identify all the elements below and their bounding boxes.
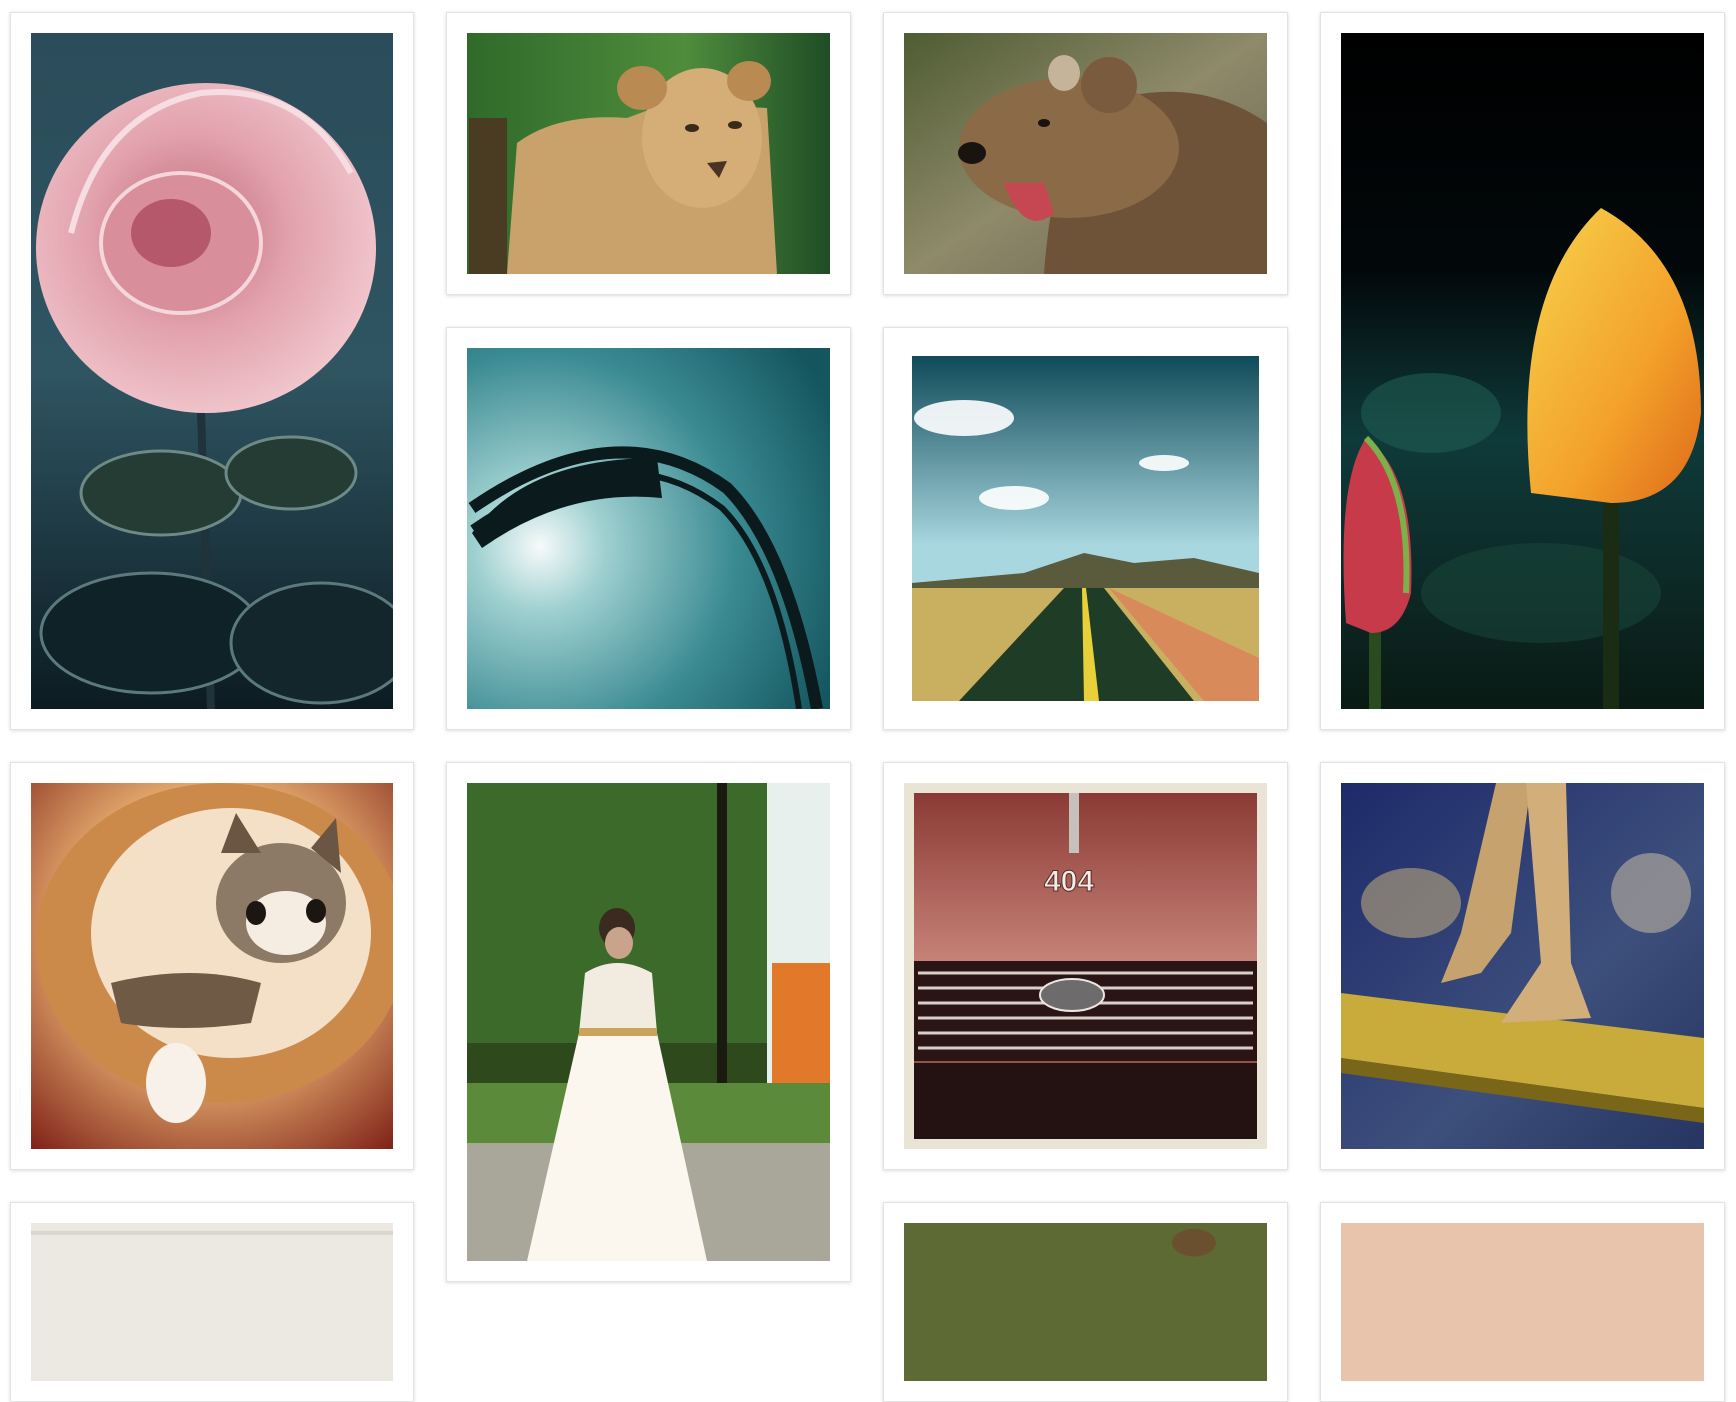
gallery-card-road[interactable] [883, 327, 1288, 730]
gallery-page: { "gallery": { "items": [ {"subject": "r… [0, 0, 1736, 1402]
partial-photo[interactable] [31, 1223, 393, 1381]
car-grille-photo[interactable]: 404 [904, 783, 1267, 1149]
kitten-photo[interactable] [31, 783, 393, 1149]
car-badge-text: 404 [1044, 865, 1094, 898]
balance-beam-photo[interactable] [1341, 783, 1704, 1149]
rollercoaster-photo[interactable] [467, 348, 830, 709]
bride-photo[interactable] [467, 783, 830, 1261]
gallery-card-balance-beam[interactable] [1320, 762, 1725, 1170]
road-photo[interactable] [904, 348, 1267, 709]
lioness-photo[interactable] [467, 33, 830, 274]
gallery-card-rose[interactable] [10, 12, 414, 730]
gallery-card-car[interactable]: 404 [883, 762, 1288, 1170]
tulip-photo[interactable] [1341, 33, 1704, 709]
gallery-card-partial-2[interactable] [883, 1202, 1288, 1402]
gallery-card-bride[interactable] [446, 762, 851, 1282]
gallery-card-lioness[interactable] [446, 12, 851, 295]
partial-photo[interactable] [904, 1223, 1267, 1381]
gallery-card-bear[interactable] [883, 12, 1288, 295]
gallery-card-partial-3[interactable] [1320, 1202, 1725, 1402]
rose-photo[interactable] [31, 33, 393, 709]
gallery-card-partial-1[interactable] [10, 1202, 414, 1402]
partial-photo[interactable] [1341, 1223, 1704, 1381]
gallery-card-kitten[interactable] [10, 762, 414, 1170]
gallery-card-tulip[interactable] [1320, 12, 1725, 730]
bear-photo[interactable] [904, 33, 1267, 274]
gallery-card-rollercoaster[interactable] [446, 327, 851, 730]
